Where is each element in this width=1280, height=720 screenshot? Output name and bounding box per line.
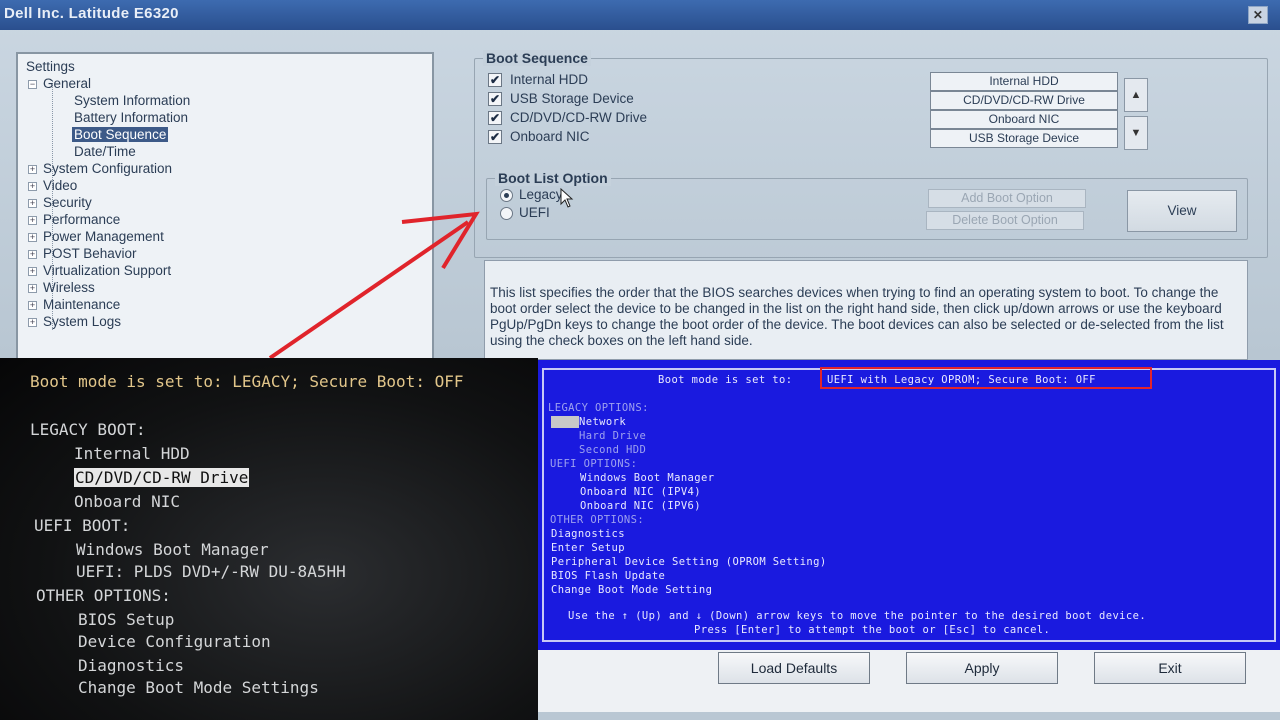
tree-item-maintenance[interactable]: + Maintenance xyxy=(28,297,120,312)
tree-item-post-behavior[interactable]: + POST Behavior xyxy=(28,246,137,261)
uefi-other-item[interactable]: Peripheral Device Setting (OPROM Setting… xyxy=(551,556,827,568)
checkbox-onboard-nic[interactable]: ✔ xyxy=(488,130,502,145)
legacy-other-item[interactable]: Device Configuration xyxy=(78,632,271,651)
expand-icon[interactable]: + xyxy=(28,300,37,310)
uefi-legacy-item[interactable]: Hard Drive xyxy=(579,430,646,442)
uefi-other-item[interactable]: Diagnostics xyxy=(551,528,625,540)
window-title: Dell Inc. Latitude E6320 xyxy=(4,5,179,22)
settings-tree: Settings − General System Information Bat… xyxy=(16,52,434,372)
boot-sequence-title: Boot Sequence xyxy=(483,50,591,66)
tree-item-system-configuration[interactable]: + System Configuration xyxy=(28,161,172,176)
legacy-boot-menu: Boot mode is set to: LEGACY; Secure Boot… xyxy=(0,358,538,720)
tree-item-power-management[interactable]: + Power Management xyxy=(28,229,164,244)
uefi-legacy-item[interactable]: Network xyxy=(579,416,626,428)
legacy-item-selected[interactable]: CD/DVD/CD-RW Drive xyxy=(74,468,250,487)
checkbox-usb-storage[interactable]: ✔ xyxy=(488,92,502,107)
expand-icon[interactable]: + xyxy=(28,164,37,174)
help-text: This list specifies the order that the B… xyxy=(490,285,1224,348)
bios-setup-window: Dell Inc. Latitude E6320 ✕ Settings − Gen… xyxy=(0,0,1280,372)
tree-item-performance[interactable]: + Performance xyxy=(28,212,120,227)
radio-legacy[interactable]: Legacy xyxy=(500,187,563,202)
move-up-button[interactable]: ▲ xyxy=(1124,78,1148,112)
expand-icon[interactable]: + xyxy=(28,266,37,276)
radio-uefi[interactable]: UEFI xyxy=(500,205,550,220)
uefi-selection-bar xyxy=(551,416,579,428)
legacy-other-item[interactable]: Diagnostics xyxy=(78,656,184,675)
device-checkbox-row[interactable]: ✔ Onboard NIC xyxy=(488,129,590,145)
legacy-other-item[interactable]: BIOS Setup xyxy=(78,610,174,629)
expand-icon[interactable]: + xyxy=(28,283,37,293)
uefi-boot-menu: Boot mode is set to: UEFI with Legacy OP… xyxy=(538,360,1280,650)
close-icon[interactable]: ✕ xyxy=(1248,6,1268,24)
tree-item-system-information[interactable]: System Information xyxy=(74,93,190,108)
device-checkbox-row[interactable]: ✔ Internal HDD xyxy=(488,72,588,88)
bios-button-bar: Load Defaults Apply Exit xyxy=(538,650,1280,712)
tree-item-video[interactable]: + Video xyxy=(28,178,77,193)
uefi-boot-header: UEFI BOOT: xyxy=(34,516,131,535)
legacy-uefi-item[interactable]: Windows Boot Manager xyxy=(76,540,269,559)
tree-item-virtualization-support[interactable]: + Virtualization Support xyxy=(28,263,171,278)
arrow-down-icon: ▼ xyxy=(1130,127,1142,139)
expand-icon[interactable]: + xyxy=(28,198,37,208)
legacy-uefi-item[interactable]: UEFI: PLDS DVD+/-RW DU-8A5HH xyxy=(76,562,346,581)
add-boot-option-button[interactable]: Add Boot Option xyxy=(928,189,1086,208)
uefi-item[interactable]: Windows Boot Manager xyxy=(580,472,714,484)
uefi-status-value: UEFI with Legacy OPROM; Secure Boot: OFF xyxy=(827,374,1096,386)
help-description: This list specifies the order that the B… xyxy=(484,260,1248,360)
move-down-button[interactable]: ▼ xyxy=(1124,116,1148,150)
expand-icon[interactable]: + xyxy=(28,317,37,327)
tree-item-battery-information[interactable]: Battery Information xyxy=(74,110,188,125)
window-title-bar: Dell Inc. Latitude E6320 ✕ xyxy=(0,0,1280,30)
uefi-legacy-header: LEGACY OPTIONS: xyxy=(548,402,649,414)
tree-item-boot-sequence[interactable]: Boot Sequence xyxy=(72,127,169,142)
arrow-up-icon: ▲ xyxy=(1130,89,1142,101)
expand-icon[interactable]: + xyxy=(28,215,37,225)
mouse-cursor-icon xyxy=(560,188,574,208)
uefi-other-item[interactable]: Change Boot Mode Setting xyxy=(551,584,712,596)
expand-icon[interactable]: + xyxy=(28,232,37,242)
collapse-icon[interactable]: − xyxy=(28,79,37,89)
checkbox-internal-hdd[interactable]: ✔ xyxy=(488,73,502,88)
legacy-item[interactable]: Internal HDD xyxy=(74,444,190,463)
radio-unselected-icon[interactable] xyxy=(500,206,513,220)
view-button[interactable]: View xyxy=(1127,190,1237,232)
tree-item-date-time[interactable]: Date/Time xyxy=(74,144,136,159)
tree-item-security[interactable]: + Security xyxy=(28,195,92,210)
uefi-other-item[interactable]: Enter Setup xyxy=(551,542,625,554)
boot-order-item[interactable]: CD/DVD/CD-RW Drive xyxy=(930,91,1118,110)
exit-button[interactable]: Exit xyxy=(1094,652,1246,684)
tree-item-wireless[interactable]: + Wireless xyxy=(28,280,95,295)
legacy-item[interactable]: Onboard NIC xyxy=(74,492,180,511)
uefi-help-line: Press [Enter] to attempt the boot or [Es… xyxy=(694,624,1051,636)
delete-boot-option-button[interactable]: Delete Boot Option xyxy=(926,211,1084,230)
boot-list-option-title: Boot List Option xyxy=(495,170,611,186)
boot-order-list[interactable]: Internal HDD CD/DVD/CD-RW Drive Onboard … xyxy=(930,72,1118,148)
radio-selected-icon[interactable] xyxy=(500,188,513,202)
tree-root-settings[interactable]: Settings xyxy=(26,59,75,74)
uefi-item[interactable]: Onboard NIC (IPV4) xyxy=(580,486,701,498)
checkbox-cd-dvd[interactable]: ✔ xyxy=(488,111,502,126)
apply-button[interactable]: Apply xyxy=(906,652,1058,684)
expand-icon[interactable]: + xyxy=(28,181,37,191)
device-checkbox-row[interactable]: ✔ CD/DVD/CD-RW Drive xyxy=(488,110,647,126)
tree-item-general[interactable]: − General xyxy=(28,76,91,91)
other-options-header: OTHER OPTIONS: xyxy=(36,586,171,605)
legacy-boot-header: LEGACY BOOT: xyxy=(30,420,146,439)
uefi-status-prefix: Boot mode is set to: xyxy=(658,374,793,386)
expand-icon[interactable]: + xyxy=(28,249,37,259)
uefi-item[interactable]: Onboard NIC (IPV6) xyxy=(580,500,701,512)
uefi-other-item[interactable]: BIOS Flash Update xyxy=(551,570,665,582)
legacy-status-line: Boot mode is set to: LEGACY; Secure Boot… xyxy=(30,372,464,391)
uefi-legacy-item[interactable]: Second HDD xyxy=(579,444,646,456)
boot-order-item[interactable]: Internal HDD xyxy=(930,72,1118,91)
device-checkbox-row[interactable]: ✔ USB Storage Device xyxy=(488,91,634,107)
boot-order-item[interactable]: USB Storage Device xyxy=(930,129,1118,148)
legacy-other-item[interactable]: Change Boot Mode Settings xyxy=(78,678,319,697)
uefi-help-line: Use the ↑ (Up) and ↓ (Down) arrow keys t… xyxy=(568,610,1147,622)
load-defaults-button[interactable]: Load Defaults xyxy=(718,652,870,684)
uefi-other-header: OTHER OPTIONS: xyxy=(550,514,645,526)
tree-item-system-logs[interactable]: + System Logs xyxy=(28,314,121,329)
uefi-options-header: UEFI OPTIONS: xyxy=(550,458,638,470)
boot-order-item[interactable]: Onboard NIC xyxy=(930,110,1118,129)
